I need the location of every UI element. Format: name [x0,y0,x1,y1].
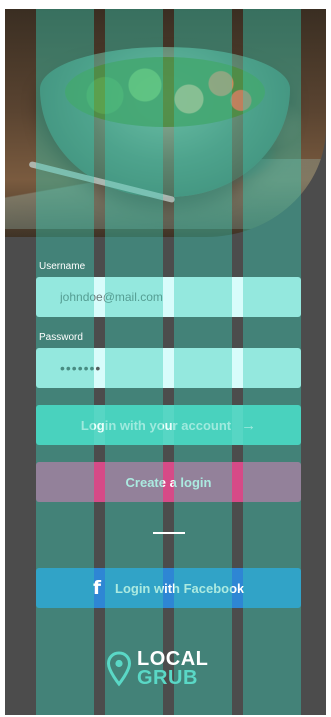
arrow-right-icon: → [241,416,257,434]
local-grub-logo: LOCAL GRUB [107,649,208,689]
create-login-label: Create a login [125,474,212,490]
logo-line-grub: GRUB [137,667,198,689]
hero-food-image [5,9,326,237]
facebook-login-label: Login with Facebook [115,580,245,596]
password-input[interactable]: ••••••• [36,348,301,388]
create-login-button[interactable]: Create a login [36,462,301,502]
location-pin-icon [107,651,131,687]
logo-wordmark: LOCAL GRUB [137,649,208,689]
login-button-label: Login with your account [80,417,232,433]
username-input[interactable] [36,277,301,317]
password-label: Password [39,332,83,343]
username-label: Username [39,261,86,272]
login-button[interactable]: Login with your account → [36,405,301,445]
facebook-login-button[interactable]: f Login with Facebook [36,568,301,608]
facebook-icon: f [92,577,101,599]
app-screen: Username Password ••••••• Login with you… [5,9,326,715]
salad-greens-illustration [65,57,265,127]
divider [153,532,185,534]
